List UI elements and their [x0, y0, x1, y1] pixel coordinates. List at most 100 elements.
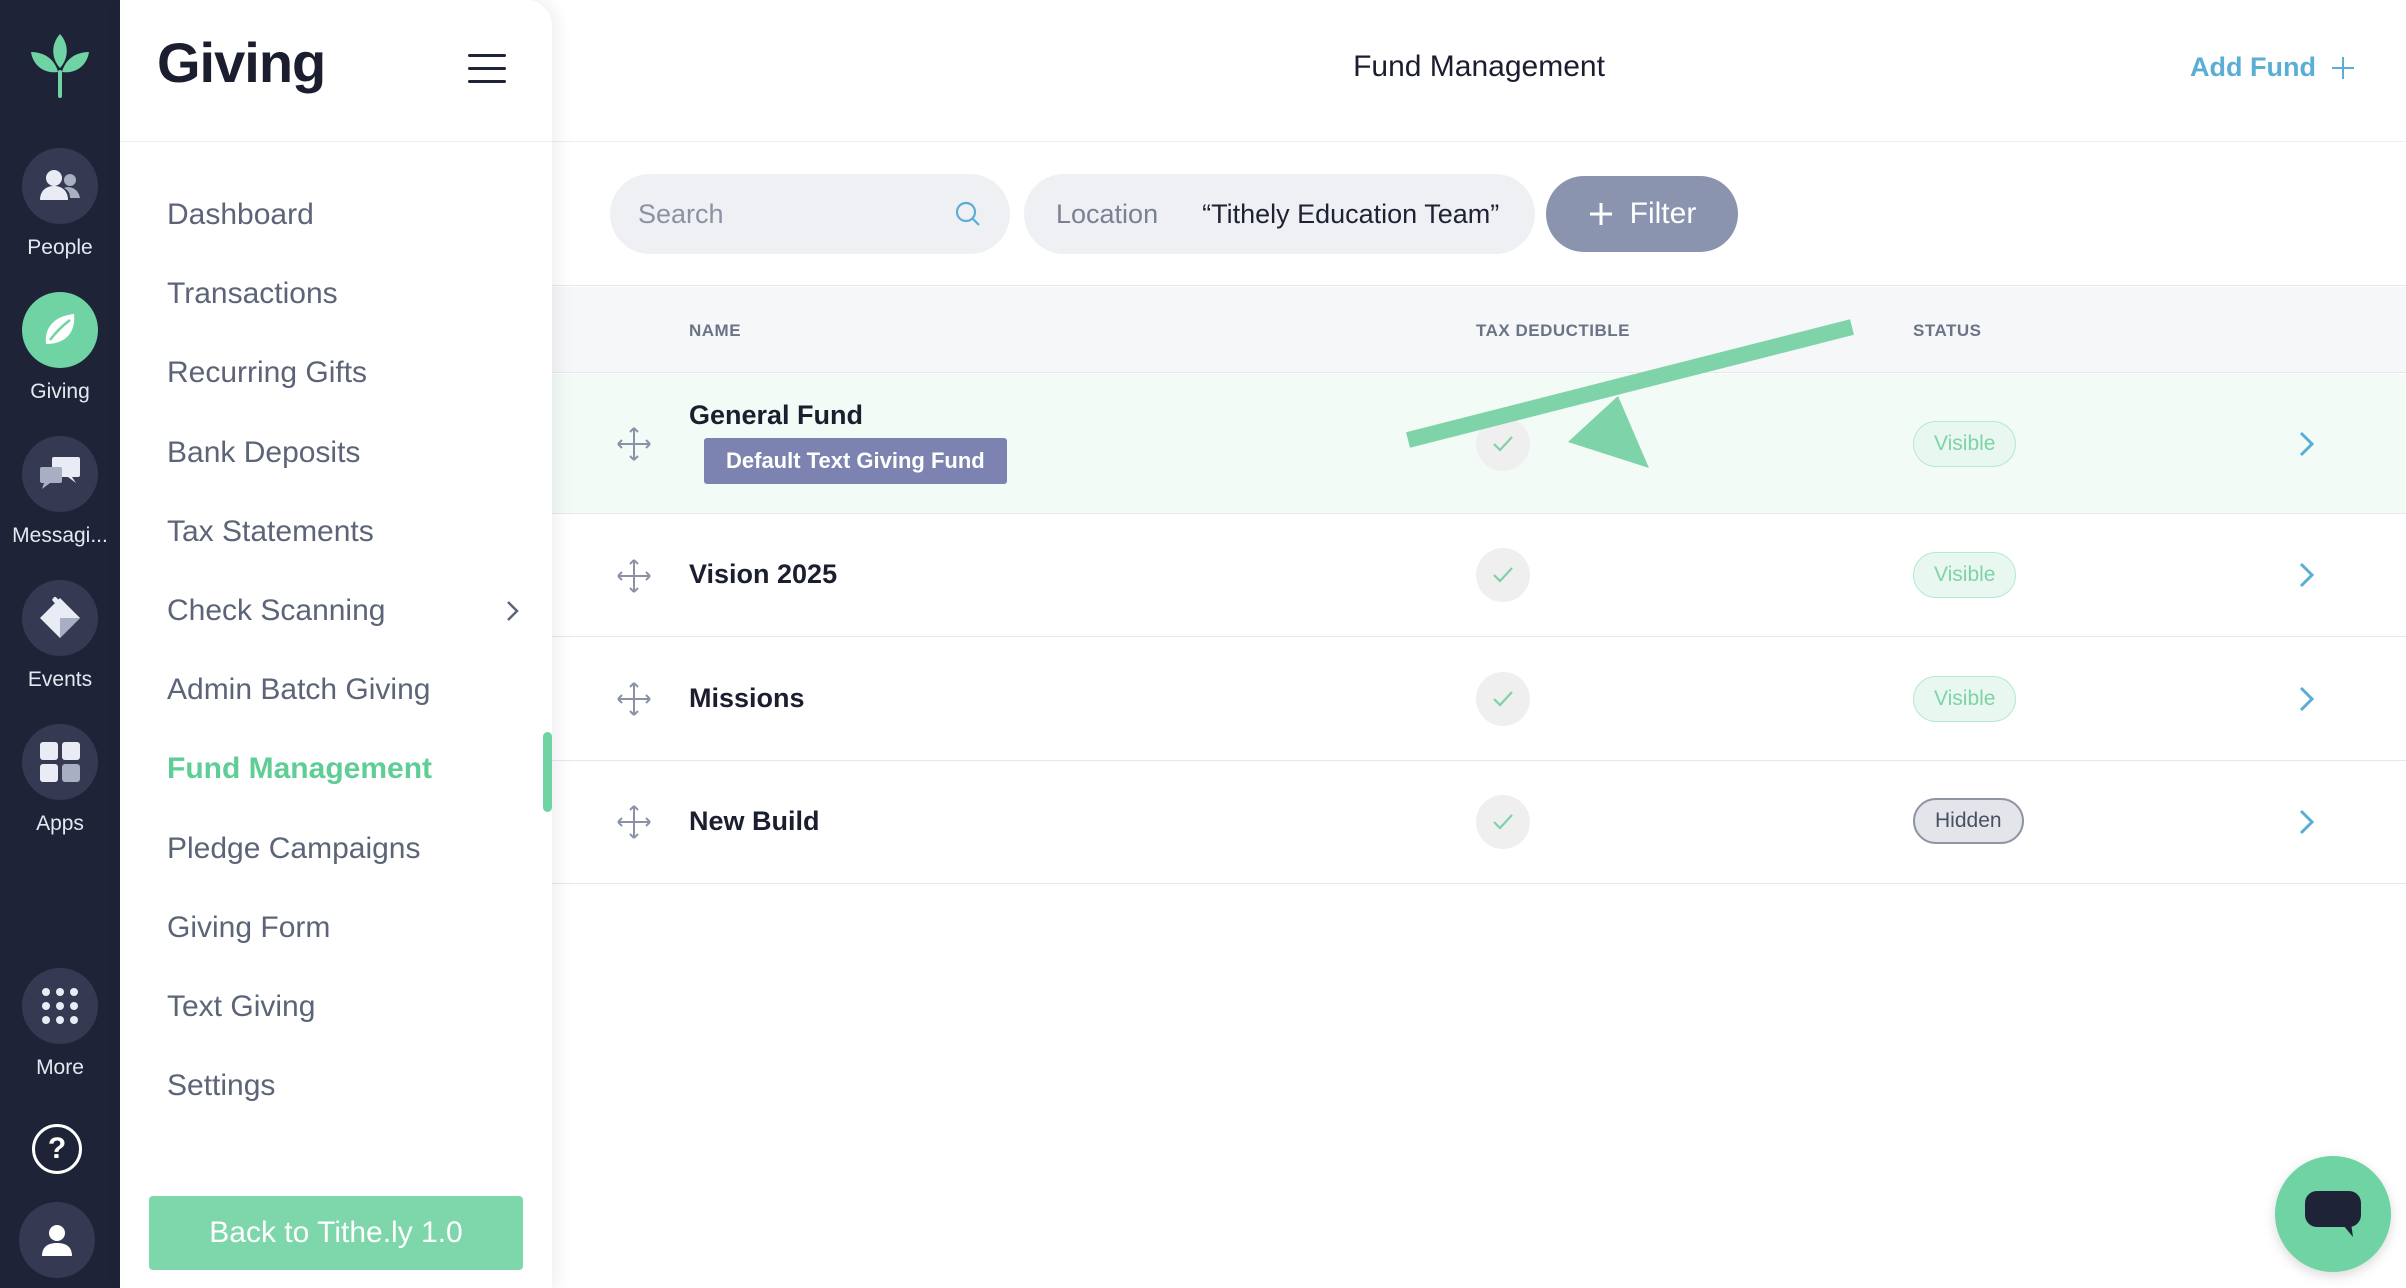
nav-item-giving-form[interactable]: Giving Form — [167, 911, 517, 945]
status-badge: Hidden — [1913, 798, 2024, 844]
rail-label: Apps — [36, 812, 84, 835]
nav-item-text-giving[interactable]: Text Giving — [167, 990, 517, 1024]
nav-item-bank-deposits[interactable]: Bank Deposits — [167, 436, 517, 470]
default-fund-badge: Default Text Giving Fund — [704, 438, 1007, 484]
table-row[interactable]: Missions Visible — [552, 637, 2406, 761]
table-header: NAME TAX DEDUCTIBLE STATUS — [552, 287, 2406, 373]
add-fund-label: Add Fund — [2190, 52, 2316, 82]
rail-item-messaging[interactable]: Messagi... — [0, 436, 120, 548]
nav-item-label: Settings — [167, 1069, 276, 1102]
table-row[interactable]: General Fund Default Text Giving Fund Vi… — [552, 374, 2406, 514]
nav-item-pledge-campaigns[interactable]: Pledge Campaigns — [167, 832, 517, 866]
fund-name[interactable]: New Build — [689, 806, 820, 837]
page-title: Fund Management — [1353, 50, 1605, 83]
nav-item-recurring-gifts[interactable]: Recurring Gifts — [167, 356, 517, 390]
chat-bubble-icon — [2305, 1191, 2361, 1237]
table-row[interactable]: Vision 2025 Visible — [552, 514, 2406, 637]
nav-item-check-scanning[interactable]: Check Scanning — [167, 594, 519, 628]
status-badge: Visible — [1913, 552, 2017, 598]
page-header: Fund Management Add Fund — [552, 0, 2406, 142]
nav-item-label: Giving Form — [167, 911, 331, 944]
rail-label: Events — [27, 668, 93, 691]
events-ticket-icon — [22, 580, 98, 656]
add-fund-button[interactable]: Add Fund — [2190, 52, 2356, 83]
table-row[interactable]: New Build Hidden — [552, 761, 2406, 884]
fund-name[interactable]: General Fund — [689, 400, 863, 431]
back-to-tithely-button[interactable]: Back to Tithe.ly 1.0 — [149, 1196, 523, 1270]
status-badge: Visible — [1913, 421, 2017, 467]
drag-handle-icon[interactable] — [616, 681, 652, 717]
chevron-right-icon[interactable] — [2296, 429, 2318, 459]
chevron-right-icon — [507, 601, 519, 621]
nav-item-label: Fund Management — [167, 752, 433, 785]
people-icon — [22, 148, 98, 224]
check-icon — [1476, 795, 1530, 849]
search-box[interactable] — [610, 174, 1010, 254]
chevron-right-icon[interactable] — [2296, 560, 2318, 590]
fund-name[interactable]: Vision 2025 — [689, 559, 837, 590]
rail-item-people[interactable]: People — [0, 148, 120, 260]
rail-label: People — [27, 236, 93, 259]
giving-nav-panel: Giving Dashboard Transactions Recurring … — [120, 0, 552, 1288]
nav-item-label: Bank Deposits — [167, 436, 361, 469]
location-filter-chip[interactable]: Location “Tithely Education Team” — [1024, 174, 1536, 254]
apps-grid-icon — [22, 724, 98, 800]
main-content: Fund Management Add Fund Location “Tithe… — [552, 0, 2406, 1288]
nav-item-settings[interactable]: Settings — [167, 1069, 517, 1103]
rail-label: Messagi... — [12, 524, 108, 547]
filter-button-label: Filter — [1629, 197, 1697, 230]
nav-item-label: Admin Batch Giving — [167, 673, 431, 706]
nav-item-label: Pledge Campaigns — [167, 832, 421, 865]
location-label: Location — [1056, 198, 1159, 229]
nav-title: Giving — [157, 31, 326, 94]
nav-active-indicator — [543, 732, 552, 812]
nav-item-label: Tax Statements — [167, 515, 374, 548]
drag-handle-icon[interactable] — [616, 804, 652, 840]
chat-button[interactable] — [2275, 1156, 2391, 1272]
nav-item-label: Transactions — [167, 277, 338, 310]
tithely-logo-icon[interactable] — [27, 30, 93, 102]
check-icon — [1476, 672, 1530, 726]
rail-label: Giving — [30, 380, 90, 403]
rail-item-giving[interactable]: Giving — [0, 292, 120, 404]
nav-item-label: Dashboard — [167, 198, 314, 231]
plus-icon — [2332, 56, 2354, 79]
nav-item-transactions[interactable]: Transactions — [167, 277, 517, 311]
app-rail: People Giving Messagi... Events Apps Mor… — [0, 0, 120, 1288]
more-dots-icon — [22, 968, 98, 1044]
status-badge: Visible — [1913, 676, 2017, 722]
search-input[interactable] — [638, 198, 938, 230]
nav-item-label: Text Giving — [167, 990, 316, 1023]
nav-item-tax-statements[interactable]: Tax Statements — [167, 515, 517, 549]
check-icon — [1476, 417, 1530, 471]
plus-icon — [1589, 203, 1612, 225]
location-value: “Tithely Education Team” — [1202, 198, 1500, 229]
search-icon[interactable] — [954, 200, 982, 228]
rail-label: More — [36, 1056, 84, 1079]
user-avatar-icon[interactable] — [19, 1202, 95, 1278]
chevron-right-icon[interactable] — [2296, 684, 2318, 714]
rail-item-events[interactable]: Events — [0, 580, 120, 692]
nav-item-admin-batch-giving[interactable]: Admin Batch Giving — [167, 673, 517, 707]
column-header-name[interactable]: NAME — [689, 321, 741, 341]
hamburger-menu-icon[interactable] — [468, 54, 506, 84]
giving-leaf-icon — [22, 292, 98, 368]
filter-bar: Location “Tithely Education Team” Filter — [552, 142, 2406, 286]
drag-handle-icon[interactable] — [616, 558, 652, 594]
fund-name[interactable]: Missions — [689, 683, 805, 714]
check-icon — [1476, 548, 1530, 602]
messaging-icon — [22, 436, 98, 512]
column-header-status[interactable]: STATUS — [1913, 321, 1981, 341]
nav-item-label: Recurring Gifts — [167, 356, 368, 389]
rail-item-apps[interactable]: Apps — [0, 724, 120, 836]
help-icon[interactable]: ? — [32, 1124, 82, 1174]
nav-item-fund-management[interactable]: Fund Management — [167, 752, 517, 786]
nav-item-label: Check Scanning — [167, 594, 386, 627]
nav-header: Giving — [120, 0, 552, 142]
filter-button[interactable]: Filter — [1546, 176, 1738, 252]
chevron-right-icon[interactable] — [2296, 807, 2318, 837]
column-header-tax-deductible[interactable]: TAX DEDUCTIBLE — [1476, 321, 1630, 341]
rail-item-more[interactable]: More — [0, 968, 120, 1080]
drag-handle-icon[interactable] — [616, 426, 652, 462]
nav-item-dashboard[interactable]: Dashboard — [167, 198, 517, 232]
